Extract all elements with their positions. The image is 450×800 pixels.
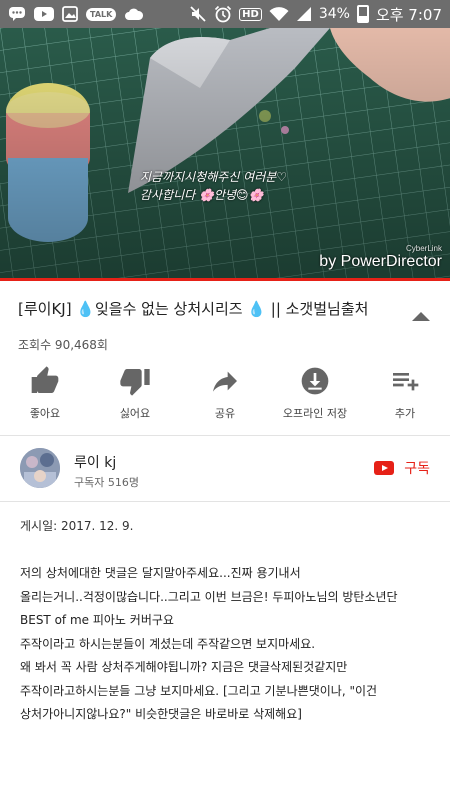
youtube-subscribe-icon: [374, 461, 395, 475]
download-icon: [301, 367, 329, 395]
description-line: 올리는거니..걱정이많습니다..그리고 이번 브금은! 두피아노님의 방탄소년단: [20, 589, 398, 604]
signal-icon: [296, 6, 312, 22]
description-line: BEST of me 피아노 커버구요: [20, 613, 174, 627]
alarm-icon: [214, 5, 232, 23]
watermark-brand: CyberLink: [405, 244, 442, 253]
offline-save-label: 오프라인 저장: [282, 407, 348, 420]
playlist-add-icon: [393, 373, 419, 391]
talk-icon: TALK: [86, 7, 117, 21]
notification-icons: TALK: [8, 6, 144, 22]
clock: 오후 7:07: [375, 5, 442, 24]
powerdirector-watermark: CyberLink by PowerDirector: [319, 244, 442, 271]
youtube-icon: [34, 7, 54, 21]
description-line: 저의 상처에대한 댓글은 달지말아주세요...진짜 용기내서: [20, 566, 301, 580]
channel-name[interactable]: 루이 kj: [74, 452, 116, 472]
cloud-icon: [124, 7, 144, 21]
like-button[interactable]: 좋아요: [0, 365, 90, 425]
caption-line-2: 감사합니다 🌸안녕😊🌸: [140, 188, 264, 202]
subscribe-button[interactable]: 구독: [374, 458, 430, 478]
expand-description-icon[interactable]: [412, 312, 430, 321]
view-count: 조회수 90,468회: [18, 338, 108, 352]
wifi-icon: [269, 6, 289, 22]
watermark-text: by PowerDirector: [319, 253, 442, 270]
share-icon: [213, 371, 237, 392]
mute-icon: [189, 5, 207, 23]
video-progress-bar[interactable]: [0, 278, 450, 281]
description-line: 왜 봐서 꼭 사람 상처주게해야됩니까? 지금은 댓글삭제된것같지만: [20, 660, 348, 674]
like-label: 좋아요: [29, 407, 61, 420]
chat-icon: [8, 6, 26, 22]
thumbs-up-icon: [31, 366, 59, 393]
video-caption: 지금까지시청해주신 여러분♡ 감사합니다 🌸안녕😊🌸: [140, 168, 287, 204]
subscriber-count: 구독자 516명: [74, 476, 139, 489]
thumbs-down-icon: [120, 369, 150, 396]
hd-icon: HD: [239, 7, 262, 21]
description-line: 주작이라고하시는분들 그냥 보지마세요. [그리고 기분나쁜댓이나, "이건: [20, 683, 378, 698]
dislike-button[interactable]: 싫어요: [90, 365, 180, 425]
video-title: [루이KJ] 💧잊을수 없는 상처시리즈 💧 || 소갯벌님출처: [18, 300, 369, 318]
add-label: 추가: [394, 407, 416, 420]
battery-icon: [356, 5, 369, 23]
gallery-icon: [62, 6, 78, 22]
battery-percent: 34%: [318, 6, 350, 22]
share-label: 공유: [214, 407, 236, 420]
video-player[interactable]: 지금까지시청해주신 여러분♡ 감사합니다 🌸안녕😊🌸 CyberLink by …: [0, 28, 450, 281]
video-description: 저의 상처에대한 댓글은 달지말아주세요...진짜 용기내서 올리는거니..걱정…: [20, 562, 440, 727]
status-bar: TALK HD 34% 오후 7:07: [0, 0, 450, 28]
dislike-label: 싫어요: [119, 407, 151, 420]
action-bar: 좋아요 싫어요 공유 오프라인 저장 추가: [0, 365, 450, 425]
description-line: 상처가아니지않나요?" 비슷한댓글은 바로바로 삭제해요]: [20, 707, 302, 721]
publish-date: 게시일: 2017. 12. 9.: [20, 519, 134, 533]
share-button[interactable]: 공유: [180, 365, 270, 425]
avatar-image: [20, 448, 60, 488]
subscribe-label: 구독: [404, 461, 430, 477]
channel-avatar[interactable]: [20, 448, 60, 488]
divider: [0, 501, 450, 502]
video-progress-fill: [0, 278, 450, 281]
add-to-playlist-button[interactable]: 추가: [360, 365, 450, 425]
divider: [0, 435, 450, 436]
offline-save-button[interactable]: 오프라인 저장: [270, 365, 360, 425]
description-line: 주작이라고 하시는분들이 계셨는데 주작같으면 보지마세요.: [20, 636, 316, 651]
caption-line-1: 지금까지시청해주신 여러분♡: [140, 170, 288, 184]
